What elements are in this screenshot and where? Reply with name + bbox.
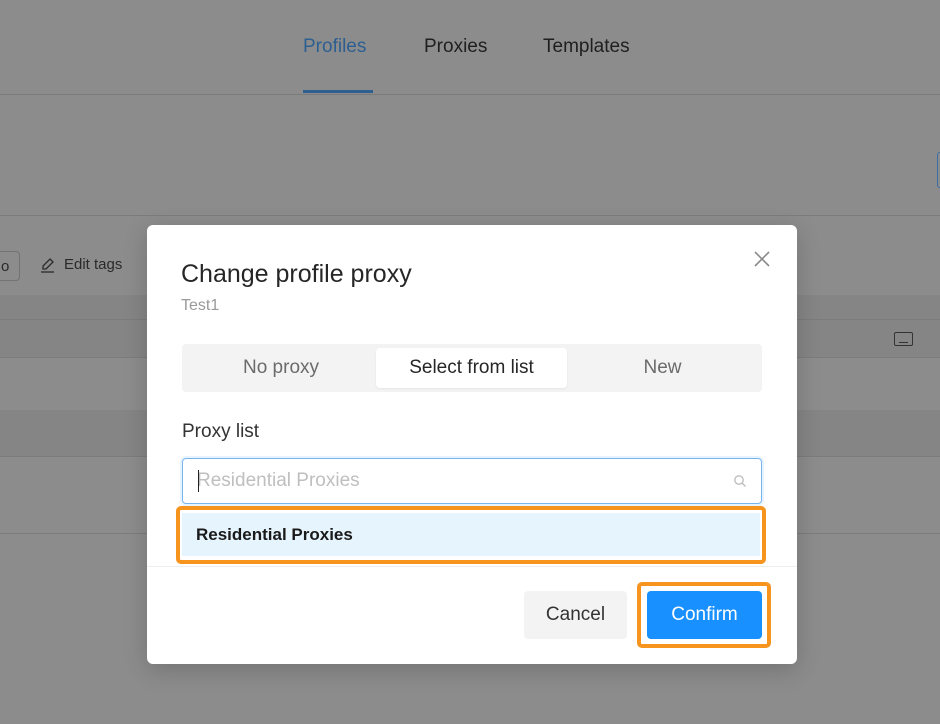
partial-button-label: o [1, 258, 10, 275]
active-tab-indicator [303, 90, 373, 93]
partial-toolbar-button[interactable]: o [0, 251, 20, 281]
divider [0, 215, 940, 216]
tab-profiles[interactable]: Profiles [303, 36, 366, 58]
confirm-button[interactable]: Confirm [647, 591, 762, 639]
proxy-mode-selector: No proxy Select from list New [182, 344, 762, 392]
highlight-annotation [176, 506, 766, 564]
proxy-search-input[interactable] [197, 459, 717, 503]
search-icon [734, 475, 746, 487]
modal-title: Change profile proxy [181, 260, 412, 288]
tab-no-proxy[interactable]: No proxy [186, 348, 376, 388]
tab-proxies[interactable]: Proxies [424, 36, 487, 58]
close-button[interactable] [750, 247, 774, 271]
keyboard-icon[interactable] [894, 332, 913, 346]
edit-tags-label: Edit tags [64, 256, 123, 273]
footer-divider [147, 566, 797, 567]
tab-new[interactable]: New [567, 348, 758, 388]
proxy-search-field[interactable] [182, 458, 762, 504]
pencil-icon [41, 257, 54, 273]
edit-tags-button[interactable]: Edit tags [40, 256, 122, 273]
cancel-button[interactable]: Cancel [524, 591, 627, 639]
proxy-list-label: Proxy list [182, 421, 260, 442]
close-icon [754, 251, 770, 267]
tab-templates[interactable]: Templates [543, 36, 630, 58]
top-nav: Profiles Proxies Templates [0, 0, 940, 95]
change-proxy-modal: Change profile proxy Test1 No proxy Sele… [147, 225, 797, 664]
text-caret [198, 470, 199, 492]
modal-subtitle: Test1 [181, 297, 220, 314]
tab-select-from-list[interactable]: Select from list [376, 348, 567, 388]
